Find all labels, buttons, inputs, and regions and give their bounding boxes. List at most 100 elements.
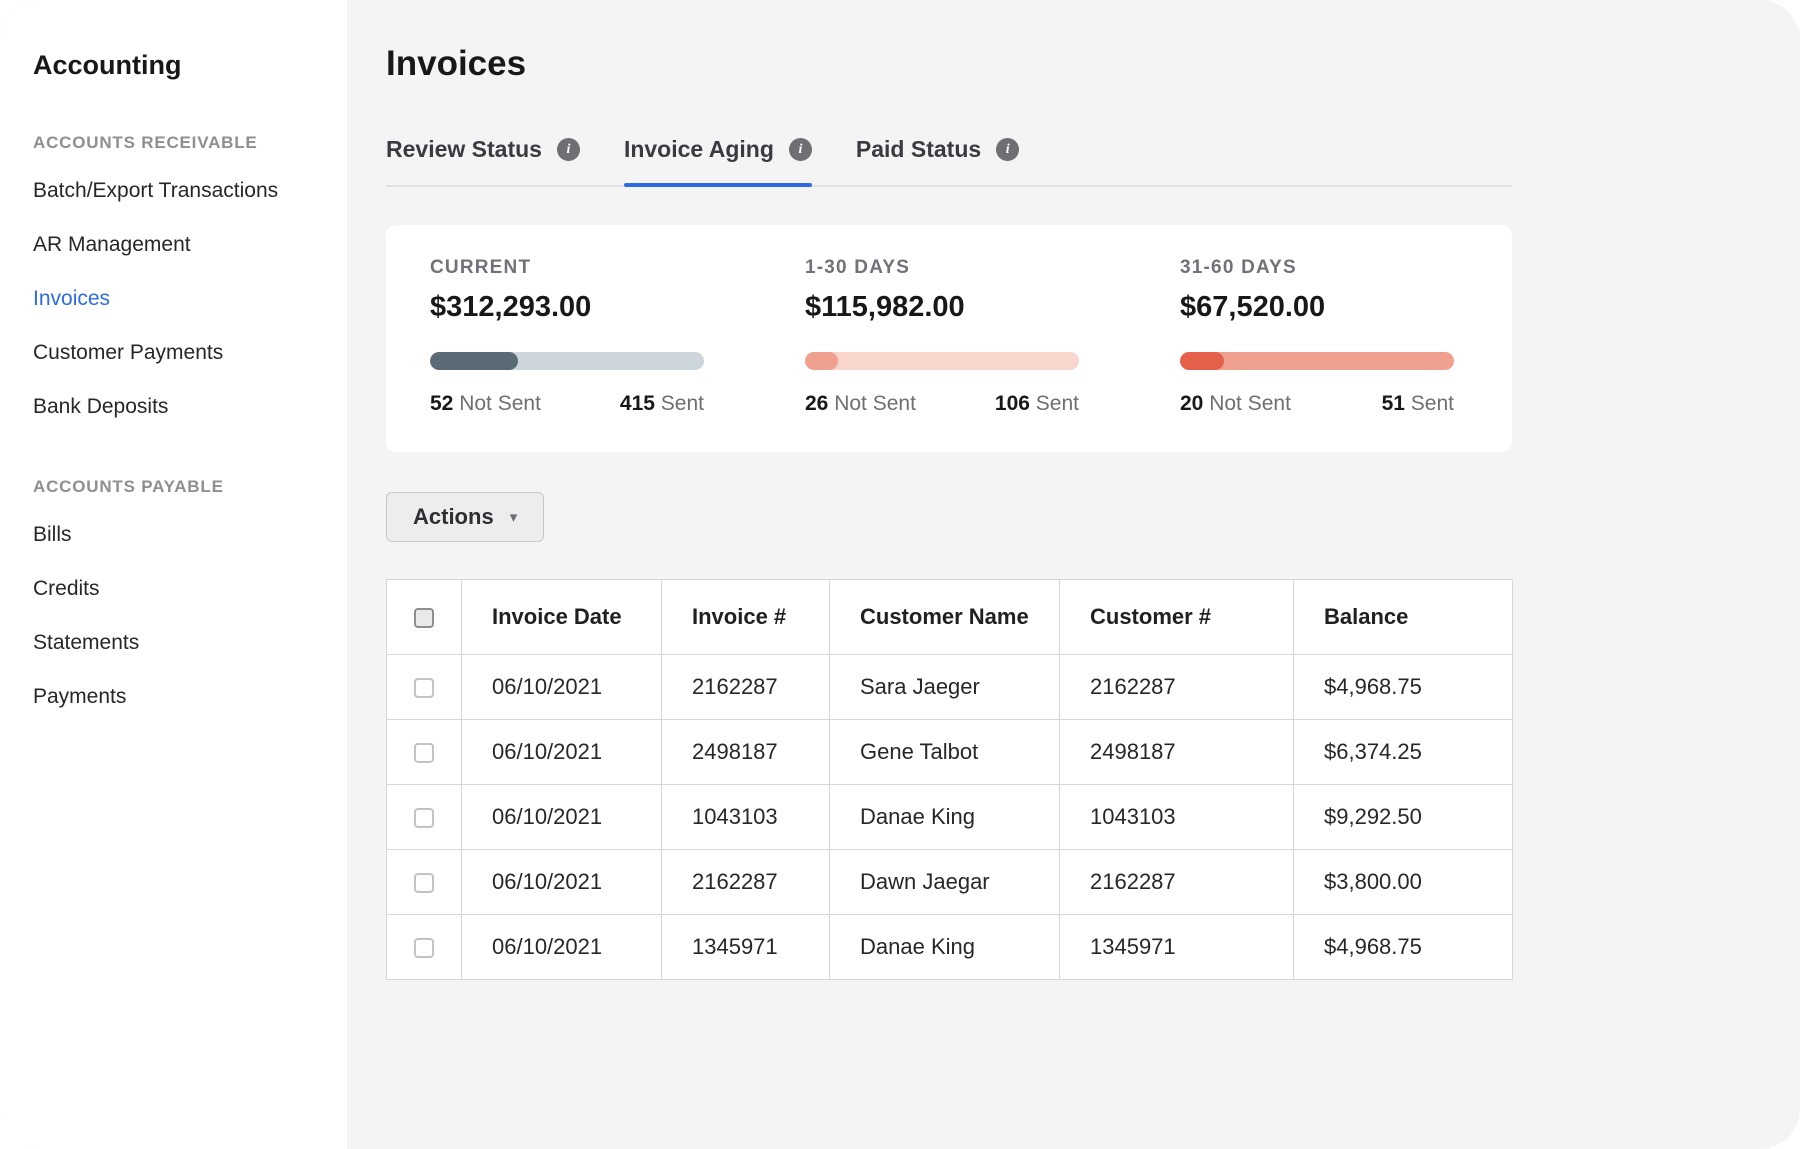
sidebar-item-ar-management[interactable]: AR Management	[33, 233, 323, 257]
invoice-date-cell: 06/10/2021	[462, 655, 662, 720]
invoice-date-cell: 06/10/2021	[462, 785, 662, 850]
aging-bucket-current: CURRENT $312,293.00 52 Not Sent 415 Sent	[430, 257, 704, 416]
invoice-number-link[interactable]: 2162287	[662, 655, 830, 720]
aging-bucket-31-60-days: 31-60 DAYS $67,520.00 20 Not Sent 51 Sen…	[1180, 257, 1454, 416]
info-icon[interactable]: i	[789, 138, 812, 161]
aging-bucket-label: CURRENT	[430, 257, 704, 279]
customer-number-link[interactable]: 2162287	[1060, 655, 1294, 720]
aging-progress-bar	[1180, 352, 1454, 370]
info-icon[interactable]: i	[996, 138, 1019, 161]
sent-label: Sent	[661, 392, 704, 415]
balance-cell: $4,968.75	[1294, 655, 1513, 720]
section-header-accounts-payable: ACCOUNTS PAYABLE	[33, 477, 323, 497]
balance-cell: $6,374.25	[1294, 720, 1513, 785]
table-row: 06/10/2021 1043103 Danae King 1043103 $9…	[387, 785, 1513, 850]
sent-label: Sent	[1036, 392, 1079, 415]
aging-counts: 20 Not Sent 51 Sent	[1180, 392, 1454, 416]
balance-cell: $4,968.75	[1294, 915, 1513, 980]
column-header-customer-number: Customer #	[1060, 580, 1294, 655]
sidebar-section-accounts-receivable: ACCOUNTS RECEIVABLE Batch/Export Transac…	[33, 133, 323, 419]
customer-number-link[interactable]: 1345971	[1060, 915, 1294, 980]
table-row: 06/10/2021 2162287 Dawn Jaegar 2162287 $…	[387, 850, 1513, 915]
tab-invoice-aging[interactable]: Invoice Aging i	[624, 136, 812, 185]
invoices-table: Invoice Date Invoice # Customer Name Cus…	[386, 579, 1513, 980]
aging-progress-fill	[1180, 352, 1224, 370]
not-sent-count: 52	[430, 392, 453, 415]
sidebar-item-invoices[interactable]: Invoices	[33, 287, 323, 311]
aging-summary-card: CURRENT $312,293.00 52 Not Sent 415 Sent…	[386, 225, 1512, 452]
balance-cell: $9,292.50	[1294, 785, 1513, 850]
customer-name-link[interactable]: Danae King	[830, 915, 1060, 980]
select-all-checkbox[interactable]	[414, 608, 434, 628]
invoice-number-link[interactable]: 1345971	[662, 915, 830, 980]
app-window: Accounting ACCOUNTS RECEIVABLE Batch/Exp…	[0, 0, 1800, 1149]
aging-counts: 26 Not Sent 106 Sent	[805, 392, 1079, 416]
chevron-down-icon: ▾	[510, 508, 518, 526]
aging-progress-bar	[430, 352, 704, 370]
aging-bucket-amount: $115,982.00	[805, 291, 1079, 324]
info-icon[interactable]: i	[557, 138, 580, 161]
invoice-number-link[interactable]: 2498187	[662, 720, 830, 785]
actions-button[interactable]: Actions ▾	[386, 492, 544, 542]
customer-name-link[interactable]: Sara Jaeger	[830, 655, 1060, 720]
aging-progress-fill	[430, 352, 518, 370]
table-row: 06/10/2021 2498187 Gene Talbot 2498187 $…	[387, 720, 1513, 785]
page-title: Invoices	[386, 44, 1512, 84]
aging-bucket-label: 1-30 DAYS	[805, 257, 1079, 279]
aging-bucket-amount: $67,520.00	[1180, 291, 1454, 324]
sidebar-item-batch-export-transactions[interactable]: Batch/Export Transactions	[33, 179, 323, 203]
not-sent-stat: 20 Not Sent	[1180, 392, 1291, 416]
customer-number-link[interactable]: 2162287	[1060, 850, 1294, 915]
sidebar-section-accounts-payable: ACCOUNTS PAYABLE Bills Credits Statement…	[33, 477, 323, 709]
row-checkbox[interactable]	[414, 743, 434, 763]
table-row: 06/10/2021 1345971 Danae King 1345971 $4…	[387, 915, 1513, 980]
aging-bucket-1-30-days: 1-30 DAYS $115,982.00 26 Not Sent 106 Se…	[805, 257, 1079, 416]
invoice-number-link[interactable]: 1043103	[662, 785, 830, 850]
sidebar-item-customer-payments[interactable]: Customer Payments	[33, 341, 323, 365]
customer-name-link[interactable]: Dawn Jaegar	[830, 850, 1060, 915]
row-checkbox[interactable]	[414, 808, 434, 828]
sidebar-item-statements[interactable]: Statements	[33, 631, 323, 655]
sent-stat: 106 Sent	[995, 392, 1079, 416]
aging-bucket-amount: $312,293.00	[430, 291, 704, 324]
customer-number-link[interactable]: 2498187	[1060, 720, 1294, 785]
sidebar-item-credits[interactable]: Credits	[33, 577, 323, 601]
not-sent-count: 26	[805, 392, 828, 415]
not-sent-label: Not Sent	[834, 392, 916, 415]
tab-paid-status[interactable]: Paid Status i	[856, 136, 1019, 185]
section-header-accounts-receivable: ACCOUNTS RECEIVABLE	[33, 133, 323, 153]
sent-label: Sent	[1411, 392, 1454, 415]
invoice-date-cell: 06/10/2021	[462, 850, 662, 915]
sent-count: 51	[1382, 392, 1405, 415]
customer-number-link[interactable]: 1043103	[1060, 785, 1294, 850]
sidebar-item-payments[interactable]: Payments	[33, 685, 323, 709]
row-checkbox[interactable]	[414, 938, 434, 958]
customer-name-link[interactable]: Gene Talbot	[830, 720, 1060, 785]
aging-progress-fill	[805, 352, 838, 370]
tab-review-status[interactable]: Review Status i	[386, 136, 580, 185]
customer-name-link[interactable]: Danae King	[830, 785, 1060, 850]
balance-cell: $3,800.00	[1294, 850, 1513, 915]
column-header-invoice-date: Invoice Date	[462, 580, 662, 655]
invoice-number-link[interactable]: 2162287	[662, 850, 830, 915]
tab-invoice-aging-label: Invoice Aging	[624, 136, 774, 163]
column-header-customer-name: Customer Name	[830, 580, 1060, 655]
table-header-row: Invoice Date Invoice # Customer Name Cus…	[387, 580, 1513, 655]
aging-progress-bar	[805, 352, 1079, 370]
tab-review-status-label: Review Status	[386, 136, 542, 163]
column-header-balance: Balance	[1294, 580, 1513, 655]
actions-button-label: Actions	[413, 504, 494, 530]
invoice-date-cell: 06/10/2021	[462, 915, 662, 980]
tab-bar: Review Status i Invoice Aging i Paid Sta…	[386, 136, 1512, 187]
row-checkbox[interactable]	[414, 678, 434, 698]
aging-bucket-label: 31-60 DAYS	[1180, 257, 1454, 279]
tab-paid-status-label: Paid Status	[856, 136, 981, 163]
sidebar-item-bank-deposits[interactable]: Bank Deposits	[33, 395, 323, 419]
not-sent-stat: 26 Not Sent	[805, 392, 916, 416]
invoice-date-cell: 06/10/2021	[462, 720, 662, 785]
not-sent-count: 20	[1180, 392, 1203, 415]
row-checkbox[interactable]	[414, 873, 434, 893]
sidebar-item-bills[interactable]: Bills	[33, 523, 323, 547]
aging-counts: 52 Not Sent 415 Sent	[430, 392, 704, 416]
main-content: Invoices Review Status i Invoice Aging i…	[347, 0, 1800, 1149]
